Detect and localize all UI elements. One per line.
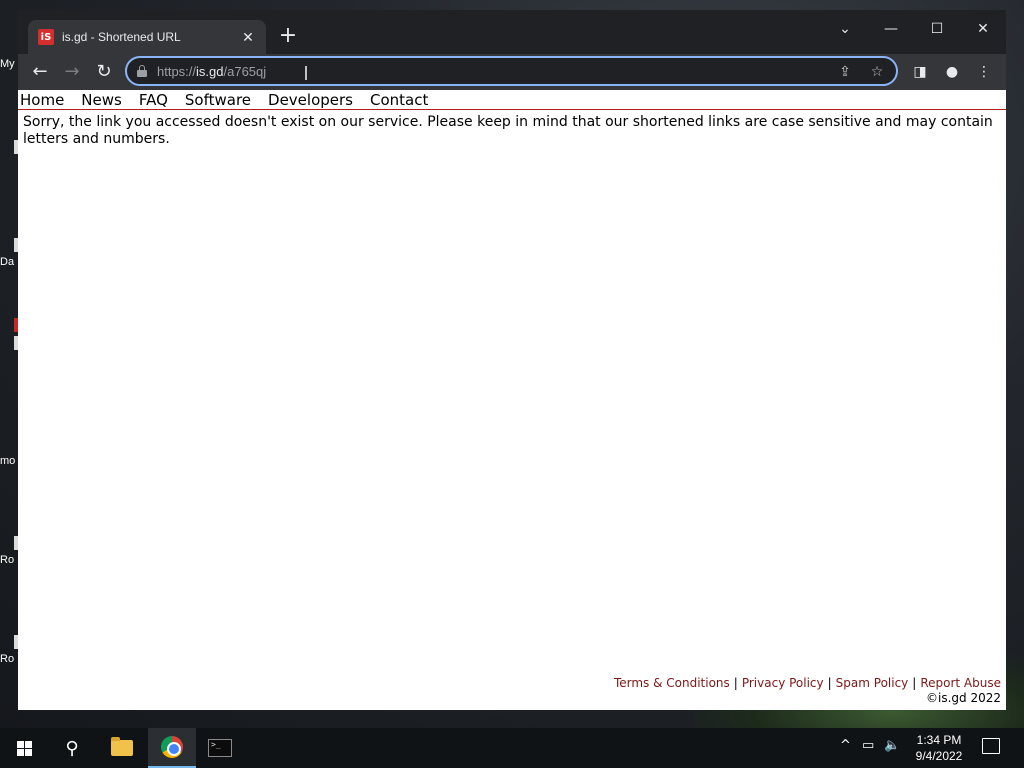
tab-search-button[interactable]: ⌄ <box>822 14 868 44</box>
taskbar-terminal[interactable]: >_ <box>196 728 244 768</box>
nav-link-faq[interactable]: FAQ <box>139 91 168 109</box>
profile-icon[interactable]: ● <box>940 60 964 84</box>
footer-link-spam[interactable]: Spam Policy <box>836 676 909 690</box>
taskbar-file-explorer[interactable] <box>98 728 146 768</box>
text-cursor <box>305 66 307 80</box>
tab-title: is.gd - Shortened URL <box>62 30 181 44</box>
desktop-icon-label: mo <box>0 455 16 467</box>
nav-link-contact[interactable]: Contact <box>370 91 428 109</box>
nav-link-developers[interactable]: Developers <box>268 91 353 109</box>
desktop-icon-label: Ro <box>0 554 15 566</box>
desktop-icon-da[interactable]: Da <box>0 238 18 268</box>
folder-icon <box>111 737 133 756</box>
footer-links: Terms & Conditions | Privacy Policy | Spam P… <box>614 676 1001 691</box>
desktop-icon-ro-2[interactable]: Ro <box>0 635 18 665</box>
reload-button[interactable]: ↻ <box>91 59 117 85</box>
footer-separator: | <box>912 676 917 690</box>
footer-separator: | <box>733 676 738 690</box>
url-host: is.gd <box>196 63 224 79</box>
page-content: Home News FAQ Software Developers Contac… <box>18 90 1006 710</box>
bookmark-star-icon[interactable]: ☆ <box>867 62 887 82</box>
minimize-button[interactable]: — <box>868 14 914 44</box>
url-scheme: https:// <box>157 63 197 79</box>
terminal-icon: >_ <box>208 739 232 757</box>
search-icon: ⚲ <box>65 737 79 759</box>
footer-link-privacy[interactable]: Privacy Policy <box>742 676 824 690</box>
volume-icon[interactable]: 🔈 <box>884 738 900 753</box>
site-nav: Home News FAQ Software Developers Contac… <box>18 90 1006 110</box>
nav-link-news[interactable]: News <box>81 91 122 109</box>
footer-separator: | <box>827 676 832 690</box>
maximize-button[interactable]: ☐ <box>914 14 960 44</box>
url-text[interactable]: https://is.gd/a765qj <box>157 64 266 79</box>
desktop-icon-label: Da <box>0 256 15 268</box>
tab-strip: iS is.gd - Shortened URL ✕ + ⌄ — ☐ ✕ <box>18 10 1006 54</box>
notification-center-icon[interactable] <box>982 738 1000 754</box>
browser-toolbar: ← → ↻ https://is.gd/a765qj ⇪ ☆ ◨ ● ⋮ <box>18 54 1006 90</box>
copyright: ©is.gd 2022 <box>926 691 1001 705</box>
taskbar-search-button[interactable]: ⚲ <box>48 728 96 768</box>
desktop-icon-red[interactable] <box>0 318 18 354</box>
desktop-icon-label: Ro <box>0 653 15 665</box>
isgd-favicon-icon: iS <box>38 29 54 45</box>
forward-button[interactable]: → <box>59 59 85 85</box>
tray-chevron-icon[interactable]: ^ <box>840 738 851 753</box>
side-panel-icon[interactable]: ◨ <box>908 60 932 84</box>
network-icon[interactable]: ▭ <box>862 738 874 753</box>
address-bar[interactable]: https://is.gd/a765qj ⇪ ☆ <box>125 56 898 86</box>
desktop-icon-my[interactable]: My <box>0 58 18 70</box>
nav-link-software[interactable]: Software <box>185 91 251 109</box>
browser-tab[interactable]: iS is.gd - Shortened URL ✕ <box>28 20 266 54</box>
browser-window: iS is.gd - Shortened URL ✕ + ⌄ — ☐ ✕ ← →… <box>18 10 1006 710</box>
tab-close-icon[interactable]: ✕ <box>240 29 256 46</box>
windows-logo-icon <box>16 740 32 756</box>
taskbar-chrome[interactable] <box>148 728 196 768</box>
desktop-icon-mo[interactable]: mo <box>0 455 18 467</box>
nav-link-home[interactable]: Home <box>20 91 64 109</box>
menu-icon[interactable]: ⋮ <box>972 60 996 84</box>
new-tab-button[interactable]: + <box>276 25 300 49</box>
chrome-icon <box>161 736 183 758</box>
error-message: Sorry, the link you accessed doesn't exi… <box>23 114 993 147</box>
page-footer: Terms & Conditions | Privacy Policy | Spam P… <box>614 676 1001 706</box>
desktop-icon-small-1[interactable] <box>0 140 18 158</box>
share-icon[interactable]: ⇪ <box>835 62 855 82</box>
url-path: /a765qj <box>223 63 267 79</box>
clock-date: 9/4/2022 <box>915 749 963 763</box>
close-window-button[interactable]: ✕ <box>960 14 1006 44</box>
lock-icon[interactable] <box>137 65 147 77</box>
start-button[interactable] <box>0 728 48 768</box>
taskbar: ⚲ >_ ^ ▭ 🔈 1:34 PM 9/4/2022 <box>0 728 1024 768</box>
taskbar-clock[interactable]: 1:34 PM 9/4/2022 <box>904 732 974 764</box>
desktop-icon-label: My <box>0 58 15 70</box>
footer-link-terms[interactable]: Terms & Conditions <box>614 676 730 690</box>
desktop-icon-ro-1[interactable]: Ro <box>0 536 18 566</box>
back-button[interactable]: ← <box>27 59 53 85</box>
clock-time: 1:34 PM <box>916 733 962 747</box>
footer-link-report-abuse[interactable]: Report Abuse <box>920 676 1001 690</box>
